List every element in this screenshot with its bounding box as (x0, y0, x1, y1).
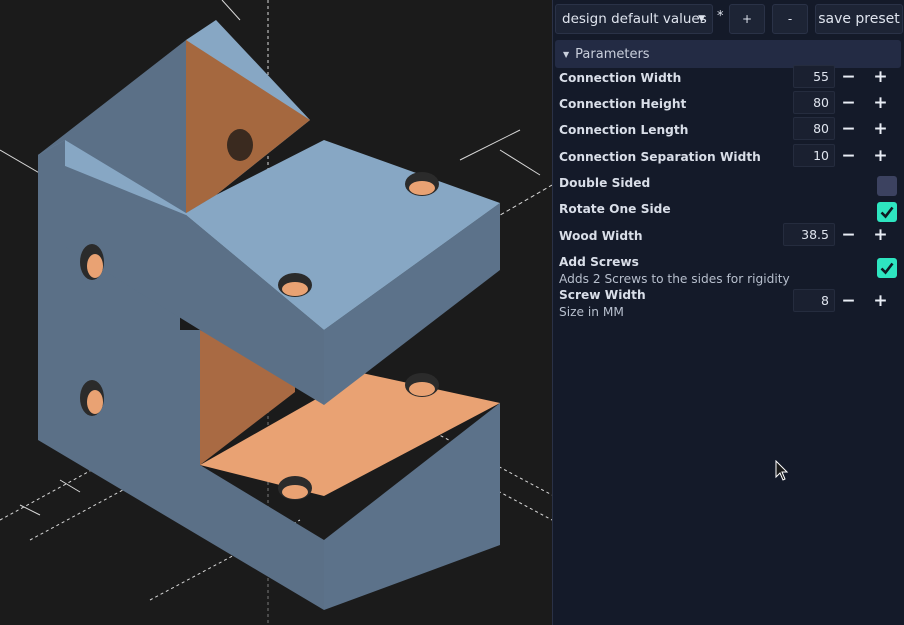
check-icon (880, 262, 894, 275)
param-label: Connection Height (559, 97, 687, 111)
increment-button[interactable]: + (868, 223, 893, 246)
decrement-button[interactable]: − (836, 144, 861, 167)
param-label: Screw Width (559, 288, 646, 302)
section-title: Parameters (575, 46, 650, 62)
param-label: Wood Width (559, 229, 643, 243)
param-description: Size in MM (559, 305, 624, 319)
param-description: Adds 2 Screws to the sides for rigidity (559, 272, 790, 286)
increment-button[interactable]: + (868, 65, 893, 88)
increment-button[interactable]: + (868, 117, 893, 140)
wood-width-input[interactable]: 38.5 (783, 223, 835, 246)
connection-height-input[interactable]: 80 (793, 91, 835, 114)
param-label: Rotate One Side (559, 202, 671, 216)
mouse-cursor-icon (775, 459, 789, 486)
add-screws-checkbox[interactable] (877, 258, 897, 278)
preset-select[interactable]: design default values ▼ (555, 4, 713, 34)
decrement-button[interactable]: − (836, 117, 861, 140)
increment-button[interactable]: + (868, 91, 893, 114)
side-strip (38, 140, 65, 440)
triangle-down-icon: ▼ (563, 49, 570, 59)
separation-width-input[interactable]: 10 (793, 144, 835, 167)
param-label: Connection Separation Width (559, 150, 761, 164)
decrement-button[interactable]: − (836, 223, 861, 246)
decrement-button[interactable]: − (836, 65, 861, 88)
remove-preset-button[interactable]: - (772, 4, 808, 34)
preset-value: design default values (562, 11, 707, 27)
modified-indicator: * (717, 9, 724, 24)
save-preset-button[interactable]: save preset (815, 4, 903, 34)
model-viewport[interactable] (0, 0, 552, 625)
connection-length-input[interactable]: 80 (793, 117, 835, 140)
double-sided-checkbox[interactable] (877, 176, 897, 196)
rotate-one-side-checkbox[interactable] (877, 202, 897, 222)
decrement-button[interactable]: − (836, 289, 861, 312)
check-icon (880, 206, 894, 219)
decrement-button[interactable]: − (836, 91, 861, 114)
connection-width-input[interactable]: 55 (793, 65, 835, 88)
increment-button[interactable]: + (868, 289, 893, 312)
param-label: Connection Length (559, 123, 689, 137)
parameters-section-header[interactable]: ▼ Parameters (555, 40, 901, 68)
param-label: Double Sided (559, 176, 651, 190)
chevron-down-icon: ▼ (698, 14, 705, 24)
preset-toolbar: design default values ▼ * + - save prese… (553, 0, 904, 40)
screw-width-input[interactable]: 8 (793, 289, 835, 312)
customizer-panel: design default values ▼ * + - save prese… (552, 0, 904, 625)
param-label: Add Screws (559, 255, 639, 269)
add-preset-button[interactable]: + (729, 4, 765, 34)
param-label: Connection Width (559, 71, 682, 85)
model-render (0, 0, 552, 625)
increment-button[interactable]: + (868, 144, 893, 167)
